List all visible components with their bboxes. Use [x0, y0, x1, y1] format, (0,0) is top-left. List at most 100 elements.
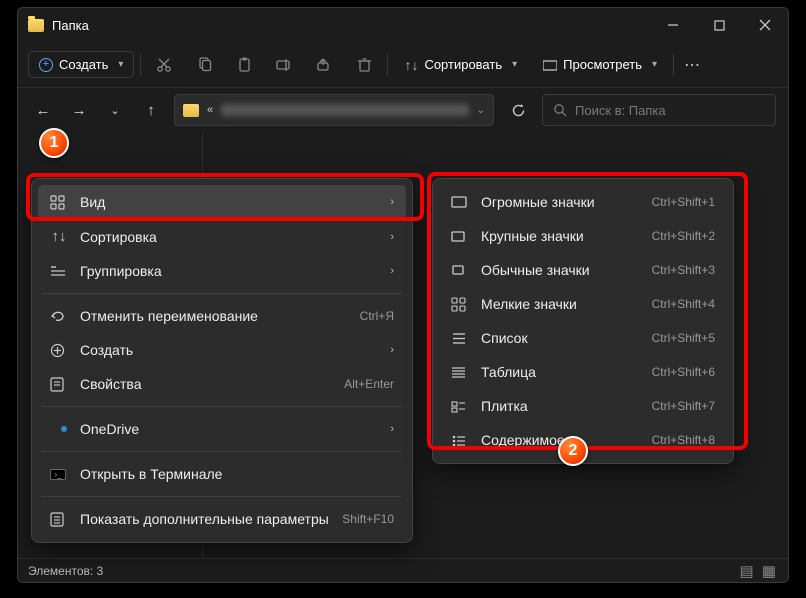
menu-item-sort[interactable]: ↑↓ Сортировка ›	[38, 219, 406, 254]
submenu-label: Мелкие значки	[481, 296, 640, 312]
separator	[387, 54, 388, 76]
chevron-right-icon: ›	[390, 231, 394, 243]
more-icon	[50, 512, 68, 527]
shortcut: Ctrl+Shift+3	[652, 263, 715, 277]
delete-button[interactable]	[347, 48, 381, 82]
view-button[interactable]: Просмотреть ▾	[533, 52, 667, 77]
paste-button[interactable]	[227, 48, 261, 82]
submenu-label: Список	[481, 330, 640, 346]
menu-item-more[interactable]: Показать дополнительные параметры Shift+…	[38, 502, 406, 536]
minimize-button[interactable]	[650, 8, 696, 42]
submenu-label: Плитка	[481, 398, 640, 414]
window-controls	[650, 8, 788, 42]
menu-item-view[interactable]: Вид ›	[38, 185, 406, 219]
shortcut: Ctrl+Shift+2	[652, 229, 715, 243]
view-icon	[543, 59, 557, 71]
submenu-item[interactable]: Мелкие значкиCtrl+Shift+4	[439, 287, 727, 321]
new-button[interactable]: + Создать ▾	[28, 51, 134, 78]
cut-button[interactable]	[147, 48, 181, 82]
minimize-icon	[667, 19, 679, 31]
terminal-icon: ›_	[50, 469, 68, 480]
shortcut: Ctrl+Я	[360, 309, 394, 323]
shortcut: Ctrl+Shift+1	[652, 195, 715, 209]
context-menu: Вид › ↑↓ Сортировка › Группировка › Отме…	[31, 178, 413, 543]
undo-icon	[50, 309, 68, 323]
refresh-icon	[511, 103, 526, 118]
close-button[interactable]	[742, 8, 788, 42]
submenu-item[interactable]: Огромные значкиCtrl+Shift+1	[439, 185, 727, 219]
menu-item-group[interactable]: Группировка ›	[38, 254, 406, 288]
chevron-down-icon: ▾	[652, 59, 657, 70]
menu-item-terminal[interactable]: ›_ Открыть в Терминале	[38, 457, 406, 491]
search-icon	[553, 103, 567, 117]
submenu-item[interactable]: ПлиткаCtrl+Shift+7	[439, 389, 727, 423]
status-bar: Элементов: 3 ▤ ▦	[18, 558, 788, 582]
sort-icon: ↑↓	[50, 228, 68, 245]
view-label: Просмотреть	[563, 57, 642, 72]
shortcut: Ctrl+Shift+5	[652, 331, 715, 345]
copy-button[interactable]	[187, 48, 221, 82]
titlebar: Папка	[18, 8, 788, 42]
address-bar[interactable]: « ⌄	[174, 94, 494, 126]
window-title: Папка	[52, 18, 89, 33]
separator	[140, 54, 141, 76]
chevron-down-icon[interactable]: ⌄	[477, 105, 485, 116]
share-icon	[316, 57, 332, 72]
submenu-label: Крупные значки	[481, 228, 640, 244]
menu-label: Группировка	[80, 263, 378, 279]
sort-button[interactable]: ↑↓ Сортировать ▾	[394, 52, 527, 78]
tiles-icon	[451, 400, 469, 413]
chevron-right-icon: ›	[390, 265, 394, 277]
large-icon	[451, 230, 469, 243]
copy-icon	[197, 57, 212, 72]
view-switcher[interactable]: ▤ ▦	[739, 562, 778, 580]
new-label: Создать	[59, 57, 108, 72]
folder-icon	[28, 19, 44, 32]
plus-icon: +	[39, 58, 53, 72]
up-button[interactable]: ↑	[138, 97, 164, 123]
submenu-item[interactable]: ТаблицаCtrl+Shift+6	[439, 355, 727, 389]
cut-icon	[156, 57, 172, 73]
crumb-sep: «	[207, 104, 213, 116]
recent-button[interactable]: ⌄	[102, 97, 128, 123]
small-icon	[451, 297, 469, 312]
maximize-icon	[714, 20, 725, 31]
view-submenu: Огромные значкиCtrl+Shift+1Крупные значк…	[432, 178, 734, 464]
delete-icon	[357, 57, 372, 73]
menu-label: Свойства	[80, 376, 332, 392]
shortcut: Ctrl+Shift+6	[652, 365, 715, 379]
submenu-label: Обычные значки	[481, 262, 640, 278]
rename-button[interactable]	[267, 48, 301, 82]
list-icon	[451, 332, 469, 345]
menu-label: OneDrive	[80, 421, 378, 437]
more-button[interactable]: ⋯	[684, 55, 702, 75]
refresh-button[interactable]	[504, 96, 532, 124]
chevron-right-icon: ›	[390, 423, 394, 435]
search-input[interactable]: Поиск в: Папка	[542, 94, 776, 126]
content-icon	[451, 434, 469, 447]
share-button[interactable]	[307, 48, 341, 82]
submenu-item[interactable]: Список Ctrl+Shift+5	[439, 321, 727, 355]
group-icon	[50, 265, 68, 278]
step-badge-2: 2	[558, 436, 588, 466]
menu-item-create[interactable]: Создать ›	[38, 333, 406, 367]
submenu-item[interactable]: Обычные значки Ctrl+Shift+3	[439, 253, 727, 287]
sort-label: Сортировать	[424, 57, 502, 72]
separator	[42, 293, 402, 294]
menu-label: Показать дополнительные параметры	[80, 511, 330, 527]
chevron-down-icon: ▾	[118, 59, 123, 70]
submenu-item[interactable]: Крупные значки Ctrl+Shift+2	[439, 219, 727, 253]
back-button[interactable]: ←	[30, 97, 56, 123]
huge-icon	[451, 195, 469, 209]
forward-button[interactable]: →	[66, 97, 92, 123]
maximize-button[interactable]	[696, 8, 742, 42]
menu-item-onedrive[interactable]: OneDrive ›	[38, 412, 406, 446]
separator	[42, 451, 402, 452]
view-icon	[50, 195, 68, 210]
menu-label: Открыть в Терминале	[80, 466, 394, 482]
menu-item-properties[interactable]: Свойства Alt+Enter	[38, 367, 406, 401]
close-icon	[759, 19, 771, 31]
chevron-right-icon: ›	[390, 344, 394, 356]
shortcut: Shift+F10	[342, 512, 394, 526]
menu-item-undo[interactable]: Отменить переименование Ctrl+Я	[38, 299, 406, 333]
